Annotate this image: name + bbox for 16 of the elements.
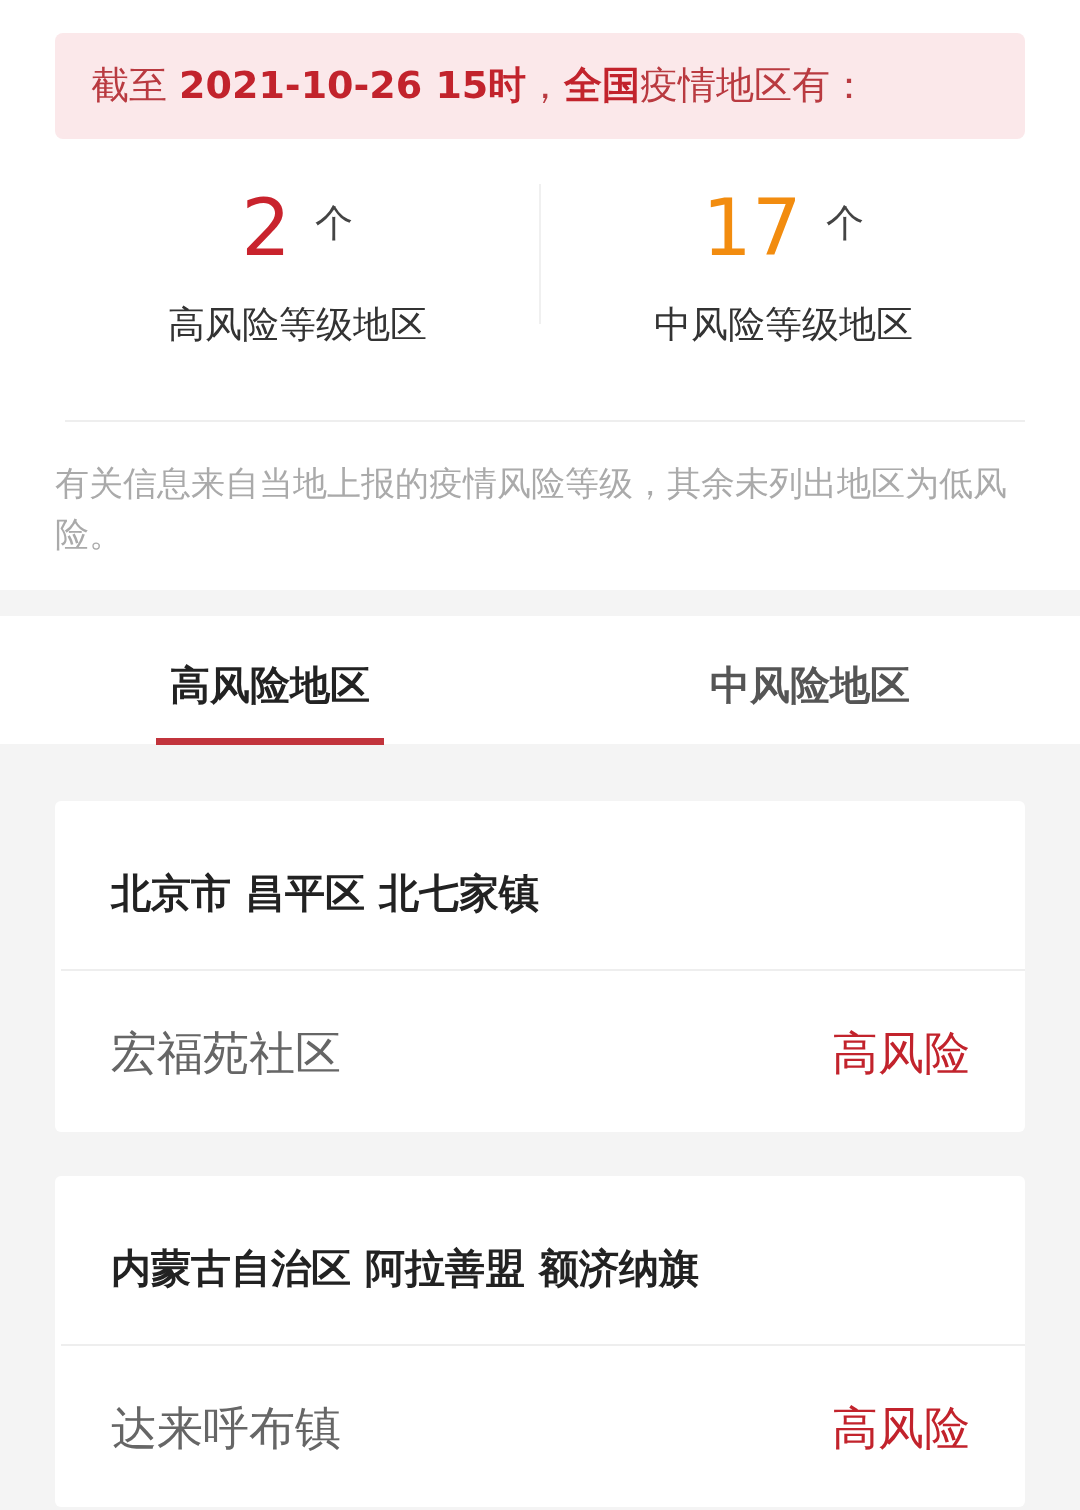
stat-label: 中风险等级地区 bbox=[652, 301, 914, 348]
place-name: 达来呼布镇 bbox=[111, 1400, 341, 1458]
tab[interactable]: 高风险地区 bbox=[156, 617, 384, 746]
count-number: 17 bbox=[702, 182, 802, 273]
region-title: 北京市 昌平区 北七家镇 bbox=[111, 870, 539, 917]
tab[interactable]: 中风险地区 bbox=[696, 617, 924, 746]
count-number: 2 bbox=[241, 182, 291, 273]
place-name: 宏福苑社区 bbox=[111, 1025, 341, 1083]
unit-text: 个 bbox=[314, 200, 353, 245]
risk-level: 高风险 bbox=[832, 1025, 970, 1083]
region-title: 内蒙古自治区 阿拉善盟 额济纳旗 bbox=[111, 1245, 699, 1292]
banner-text: 截至 2021-10-26 15时，全国疫情地区有： bbox=[55, 33, 1025, 139]
unit-text: 个 bbox=[825, 200, 864, 245]
stat-label: 高风险等级地区 bbox=[166, 301, 428, 348]
note-text: 有关信息来自当地上报的疫情风险等级，其余未列出地区为低风险。 bbox=[55, 462, 1008, 557]
risk-level: 高风险 bbox=[832, 1400, 970, 1458]
